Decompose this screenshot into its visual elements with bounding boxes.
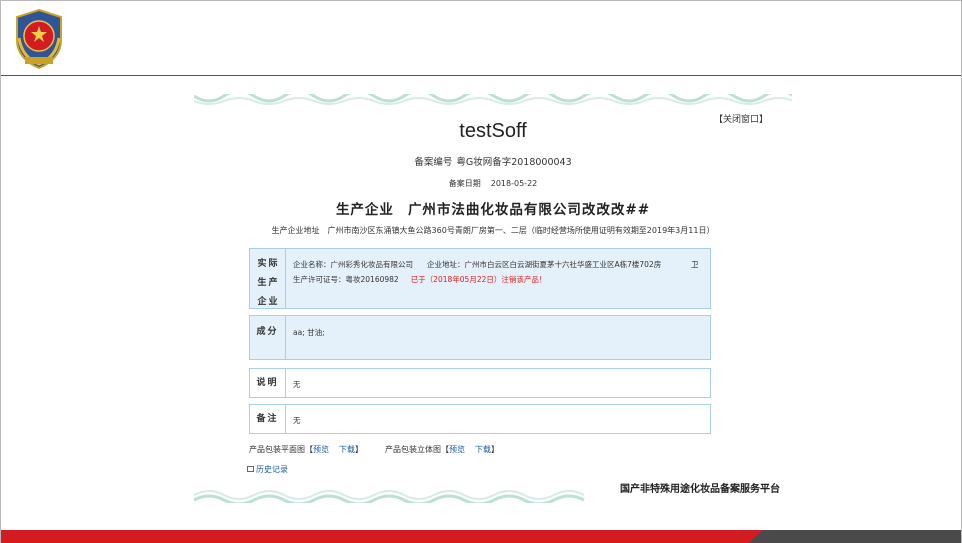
stereo-packaging-label: 产品包装立体图 xyxy=(385,445,441,454)
producer-label: 生产企业 xyxy=(335,202,394,218)
decorative-wave-border xyxy=(194,490,585,503)
bracket-open: 【 xyxy=(441,445,449,454)
producer-name: 广州市法曲化妆品有限公司改改改## xyxy=(407,202,651,218)
bracket-close: 】 xyxy=(355,445,363,454)
producer-row: 生产企业 广州市法曲化妆品有限公司改改改## xyxy=(194,198,792,218)
actual-producer-license-row: 生产许可证号：粤妆20160982 已于（2018年05月22日）注销该产品！ xyxy=(293,274,546,285)
production-license-number: 生产许可证号：粤妆20160982 xyxy=(293,275,399,284)
footer-gray-band xyxy=(749,530,961,543)
producer-address-value: 广州市南沙区东涌镇大鱼公路360号青朗厂房第一、二层（临时经营场所使用证明有效期… xyxy=(327,226,715,235)
flat-packaging-label: 产品包装平面图 xyxy=(249,445,305,454)
ingredients-value: aa; 甘油; xyxy=(293,328,325,337)
flat-packaging-download-link[interactable]: 下载 xyxy=(339,445,355,454)
registration-number-row: 备案编号 粤G妆网备字2018000043 xyxy=(194,154,792,168)
history-records-link[interactable]: 历史记录 xyxy=(247,464,288,475)
packaging-images-row: 产品包装平面图【预览 下载】 产品包装立体图【预览 下载】 xyxy=(249,444,499,455)
registration-number-label: 备案编号 xyxy=(414,157,453,168)
registration-date-value: 2018-05-22 xyxy=(490,179,538,188)
window-icon xyxy=(247,466,254,472)
record-detail-panel: 【关闭窗口】 testSoff 备案编号 粤G妆网备字2018000043 备案日… xyxy=(194,94,792,504)
actual-producer-section: 实际生产企业 企业名称：广州彩秀化妆品有限公司 企业地址：广州市白云区白云湖街夏茅… xyxy=(249,248,711,309)
stereo-packaging-preview-link[interactable]: 预览 xyxy=(449,445,465,454)
producer-address-row: 生产企业地址 广州市南沙区东涌镇大鱼公路360号青朗厂房第一、二层（临时经营场所使… xyxy=(194,225,792,236)
site-header xyxy=(1,1,961,76)
history-records-label: 历史记录 xyxy=(256,465,288,474)
remarks-value: 无 xyxy=(293,416,301,425)
registration-number-value: 粤G妆网备字2018000043 xyxy=(456,157,572,168)
description-label: 说明 xyxy=(250,369,286,397)
description-value: 无 xyxy=(293,380,301,389)
description-section: 说明 无 xyxy=(249,368,711,398)
stereo-packaging-download-link[interactable]: 下载 xyxy=(475,445,491,454)
producer-address-label: 生产企业地址 xyxy=(271,226,320,235)
bracket-open: 【 xyxy=(305,445,313,454)
product-name: testSoff xyxy=(459,120,527,142)
footer-red-band xyxy=(1,530,763,543)
actual-producer-info-row: 企业名称：广州彩秀化妆品有限公司 企业地址：广州市白云区白云湖街夏茅十六社华盛工业… xyxy=(293,259,699,270)
ingredients-section: 成分 aa; 甘油; xyxy=(249,315,711,360)
cancellation-notice: 已于（2018年05月22日）注销该产品！ xyxy=(410,275,547,284)
actual-producer-company: 企业名称：广州彩秀化妆品有限公司 xyxy=(293,260,413,269)
bracket-close: 】 xyxy=(491,445,499,454)
flat-packaging-preview-link[interactable]: 预览 xyxy=(313,445,329,454)
administration-emblem-icon xyxy=(16,8,62,70)
registration-date-row: 备案日期 2018-05-22 xyxy=(194,178,792,189)
remarks-section: 备注 无 xyxy=(249,404,711,434)
decorative-wave-border xyxy=(194,94,792,105)
ingredients-label: 成分 xyxy=(250,316,286,359)
actual-producer-address: 企业地址：广州市白云区白云湖街夏茅十六社华盛工业区A栋7楼702房 xyxy=(427,260,662,269)
remarks-label: 备注 xyxy=(250,405,286,433)
actual-producer-label: 实际生产企业 xyxy=(250,249,286,308)
registration-date-label: 备案日期 xyxy=(448,179,481,188)
actual-producer-tail: 卫 xyxy=(691,260,699,269)
